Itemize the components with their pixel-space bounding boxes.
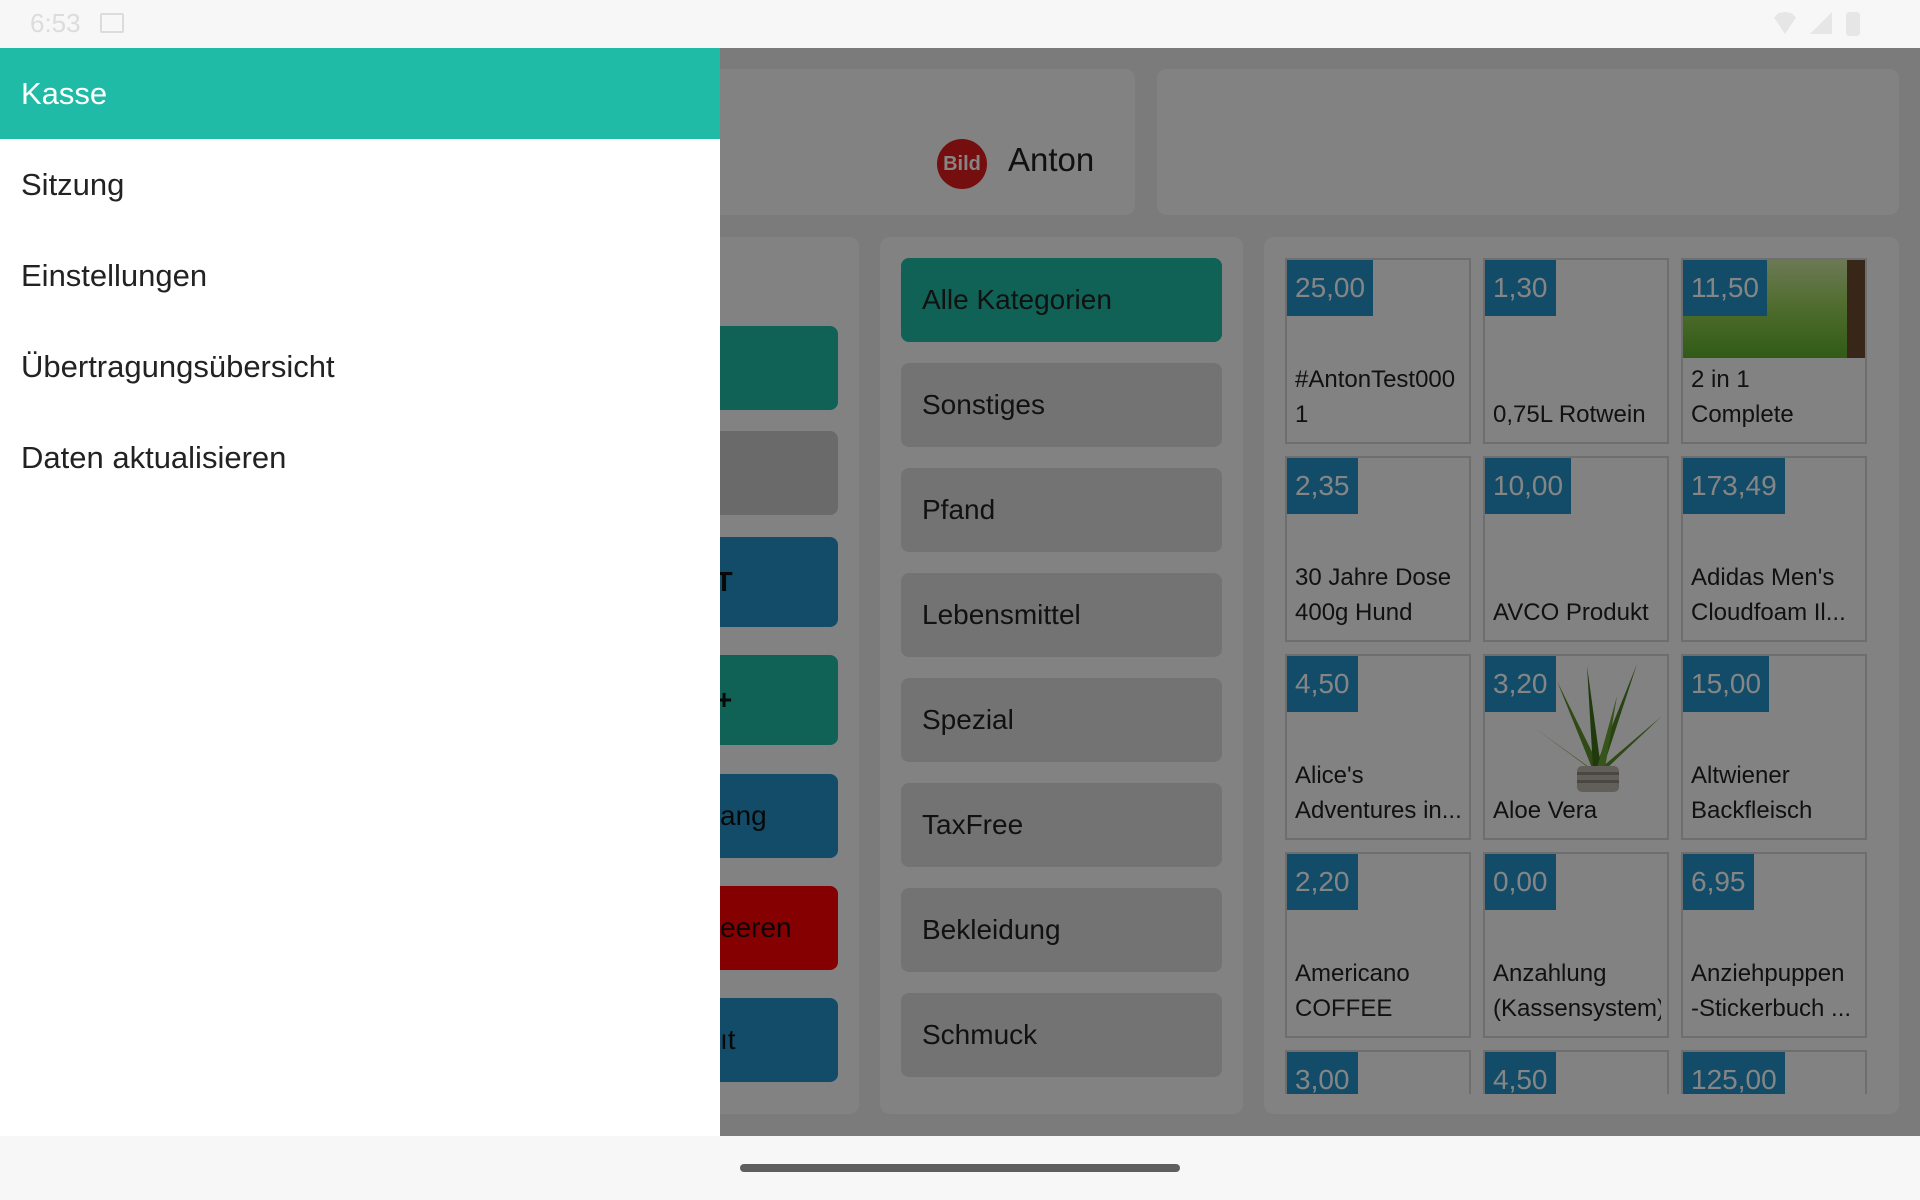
navigation-drawer: Kasse Sitzung Einstellungen Übertragungs… xyxy=(0,48,720,1136)
signal-icon xyxy=(1810,12,1832,34)
cast-icon xyxy=(100,13,124,33)
drawer-item-sitzung[interactable]: Sitzung xyxy=(0,139,720,230)
wifi-icon xyxy=(1774,12,1796,34)
status-bar: 6:53 xyxy=(0,0,1920,48)
drawer-item-kasse[interactable]: Kasse xyxy=(0,48,720,139)
home-handle[interactable] xyxy=(740,1164,1180,1172)
system-nav-bar xyxy=(0,1136,1920,1200)
drawer-item-uebertragungsuebersicht[interactable]: Übertragungsübersicht xyxy=(0,321,720,412)
status-icons xyxy=(1774,12,1860,36)
battery-icon xyxy=(1846,12,1860,36)
drawer-item-daten-aktualisieren[interactable]: Daten aktualisieren xyxy=(0,412,720,503)
status-time: 6:53 xyxy=(30,8,81,38)
drawer-item-einstellungen[interactable]: Einstellungen xyxy=(0,230,720,321)
